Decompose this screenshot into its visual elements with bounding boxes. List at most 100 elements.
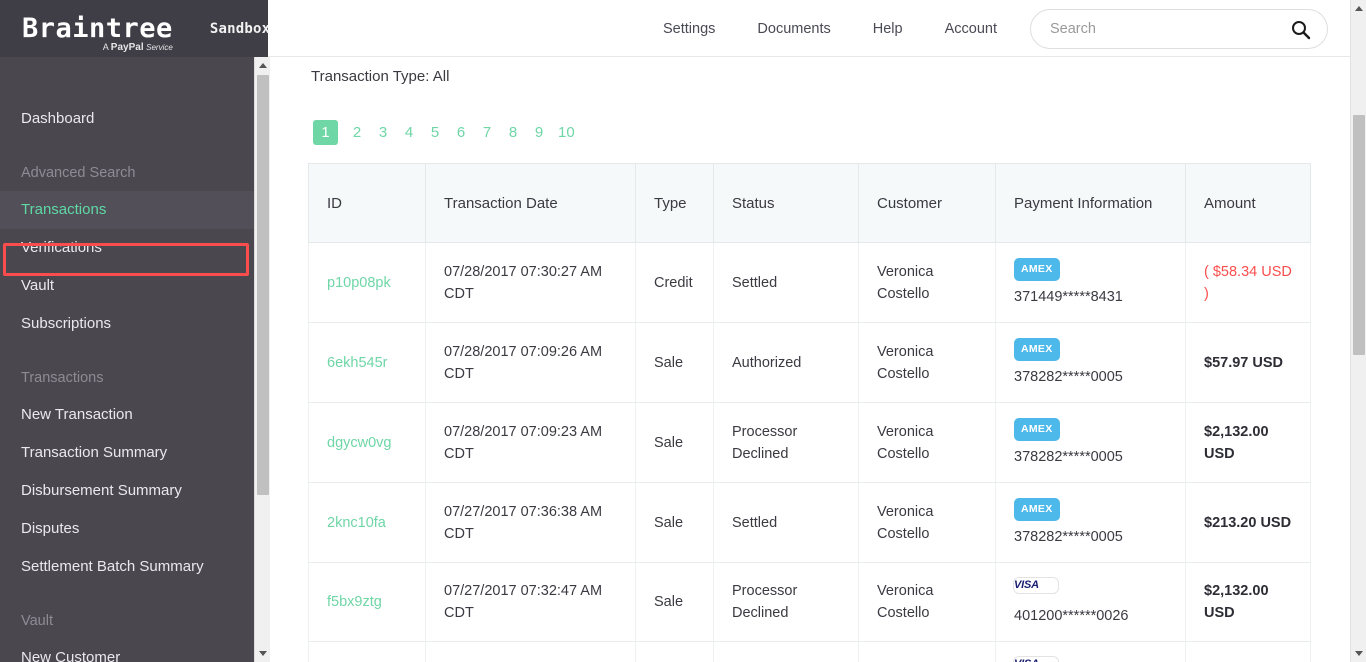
- cell-payment-information: AMEX 378282*****0005: [995, 402, 1186, 483]
- cell-amount: ( $58.34 USD ): [1185, 242, 1311, 323]
- cell-transaction-id: 2knc10fa: [308, 482, 426, 563]
- page-scrollbar[interactable]: [1350, 0, 1366, 662]
- sidebar-item-dashboard[interactable]: Dashboard: [0, 100, 254, 138]
- card-number: 401200******0026: [1014, 607, 1129, 624]
- nav-item-help[interactable]: Help: [852, 21, 924, 37]
- amex-card-icon: AMEX: [1014, 418, 1060, 441]
- table-row[interactable]: p10p08pk 07/28/2017 07:30:27 AM CDT Credit…: [308, 242, 1311, 323]
- pagination-page-1[interactable]: 1: [313, 120, 338, 145]
- cell-transaction-date: 07/27/2017 07:29:15 AM CDT: [425, 641, 636, 662]
- nav-item-account[interactable]: Account: [924, 21, 1018, 37]
- sidebar-item-settlement-batch-summary[interactable]: Settlement Batch Summary: [0, 548, 254, 586]
- amex-card-icon: AMEX: [1014, 258, 1060, 281]
- transaction-id-link[interactable]: f5bx9ztg: [327, 594, 382, 610]
- search-icon[interactable]: [1291, 20, 1311, 45]
- cell-status: Settled: [713, 482, 859, 563]
- cell-amount: $2,132.00 USD: [1185, 562, 1311, 642]
- cell-customer: Veronica Costello: [858, 242, 996, 323]
- sidebar-item-new-transaction[interactable]: New Transaction: [0, 396, 254, 434]
- sidebar-item-subscriptions[interactable]: Subscriptions: [0, 305, 254, 343]
- sidebar-scrollbar[interactable]: [254, 57, 270, 662]
- sidebar-item-vault[interactable]: Vault: [0, 267, 254, 305]
- top-navigation: Settings Documents Help Account: [642, 0, 1328, 57]
- search-box[interactable]: [1030, 8, 1328, 49]
- search-input[interactable]: [1031, 9, 1327, 48]
- cell-transaction-id: 6ekh545r: [308, 322, 426, 403]
- sidebar-scroll-thumb[interactable]: [257, 75, 269, 495]
- column-header-customer[interactable]: Customer: [858, 163, 996, 243]
- cell-type: Sale: [635, 482, 714, 563]
- pagination-page-9[interactable]: 9: [532, 122, 546, 144]
- pagination-page-6[interactable]: 6: [454, 122, 468, 144]
- table-body: p10p08pk 07/28/2017 07:30:27 AM CDT Credit…: [308, 242, 1311, 662]
- transaction-id-link[interactable]: 6ekh545r: [327, 355, 387, 371]
- table-row[interactable]: f5bx9ztg 07/27/2017 07:32:47 AM CDT Sale Pr…: [308, 562, 1311, 642]
- table-row[interactable]: 6ekh545r 07/28/2017 07:09:26 AM CDT Sale Au…: [308, 322, 1311, 403]
- column-header-payment[interactable]: Payment Information: [995, 163, 1186, 243]
- top-bar: Braintree A PayPal Service Sandbox Setti…: [0, 0, 1350, 57]
- column-header-status[interactable]: Status: [713, 163, 859, 243]
- transaction-id-link[interactable]: p10p08pk: [327, 275, 391, 291]
- visa-card-icon: VISA: [1014, 656, 1058, 662]
- cell-transaction-date: 07/27/2017 07:32:47 AM CDT: [425, 562, 636, 642]
- sidebar-item-new-customer[interactable]: New Customer: [0, 639, 254, 662]
- cell-transaction-id: 98vdn52t: [308, 641, 426, 662]
- page-scroll-down-icon[interactable]: [1351, 645, 1366, 662]
- sidebar-scroll-down-icon[interactable]: [255, 645, 271, 662]
- amount-value: ( $58.34 USD ): [1204, 263, 1292, 302]
- cell-amount: $213.20 USD: [1185, 482, 1311, 563]
- pagination-page-7[interactable]: 7: [480, 122, 494, 144]
- sidebar-section-advanced-search: Advanced Search: [21, 165, 136, 181]
- pagination-page-10[interactable]: 10: [558, 122, 575, 144]
- visa-card-icon: VISA: [1014, 577, 1058, 593]
- amex-card-icon: AMEX: [1014, 498, 1060, 521]
- column-header-type[interactable]: Type: [635, 163, 714, 243]
- column-header-amount[interactable]: Amount: [1185, 163, 1311, 243]
- amex-card-icon: AMEX: [1014, 338, 1060, 361]
- nav-item-settings[interactable]: Settings: [642, 21, 736, 37]
- card-number: 378282*****0005: [1014, 369, 1123, 385]
- amount-value: $57.97 USD: [1204, 354, 1283, 371]
- pagination-page-2[interactable]: 2: [350, 122, 364, 144]
- braintree-logo: Braintree A PayPal Service: [22, 15, 173, 53]
- table-row[interactable]: 98vdn52t07/27/2017 07:29:15 AM CDTSaleSe…: [308, 641, 1311, 662]
- cell-customer: Veronica Costello: [858, 562, 996, 642]
- cell-customer: Veronica Costello: [858, 402, 996, 483]
- cell-type: Credit: [635, 242, 714, 323]
- transactions-table: ID Transaction Date Type Status Customer…: [308, 163, 1311, 662]
- cell-status: Processor Declined: [713, 562, 859, 642]
- sidebar-item-verifications[interactable]: Verifications: [0, 229, 254, 267]
- sidebar-item-transactions[interactable]: Transactions: [0, 191, 254, 229]
- cell-transaction-date: 07/27/2017 07:36:38 AM CDT: [425, 482, 636, 563]
- sidebar-item-disbursement-summary[interactable]: Disbursement Summary: [0, 472, 254, 510]
- cell-payment-information: AMEX 378282*****0005: [995, 322, 1186, 403]
- pagination-page-3[interactable]: 3: [376, 122, 390, 144]
- brand-tagline: A PayPal Service: [103, 43, 173, 53]
- pagination-page-8[interactable]: 8: [506, 122, 520, 144]
- nav-item-documents[interactable]: Documents: [736, 21, 851, 37]
- sidebar-item-transaction-summary[interactable]: Transaction Summary: [0, 434, 254, 472]
- tagline-suffix: Service: [146, 43, 173, 52]
- cell-type: Sale: [635, 322, 714, 403]
- column-header-date[interactable]: Transaction Date: [425, 163, 636, 243]
- sidebar-scroll-up-icon[interactable]: [255, 57, 271, 74]
- transaction-id-link[interactable]: dgycw0vg: [327, 435, 391, 451]
- table-row[interactable]: dgycw0vg 07/28/2017 07:09:23 AM CDT Sale Pr…: [308, 402, 1311, 483]
- page-scroll-thumb[interactable]: [1353, 115, 1365, 355]
- table-row[interactable]: 2knc10fa 07/27/2017 07:36:38 AM CDT Sale Se…: [308, 482, 1311, 563]
- page-scroll-up-icon[interactable]: [1351, 0, 1366, 17]
- pagination-page-5[interactable]: 5: [428, 122, 442, 144]
- card-number: 378282*****0005: [1014, 449, 1123, 465]
- column-header-id[interactable]: ID: [308, 163, 426, 243]
- cell-status: Settled: [713, 242, 859, 323]
- sidebar-item-disputes[interactable]: Disputes: [0, 510, 254, 548]
- card-number: 378282*****0005: [1014, 529, 1123, 545]
- pagination-page-4[interactable]: 4: [402, 122, 416, 144]
- transaction-id-link[interactable]: 2knc10fa: [327, 515, 386, 531]
- cell-transaction-id: f5bx9ztg: [308, 562, 426, 642]
- cell-amount: $107.43 USD: [1185, 641, 1311, 662]
- table-header: ID Transaction Date Type Status Customer…: [308, 163, 1311, 243]
